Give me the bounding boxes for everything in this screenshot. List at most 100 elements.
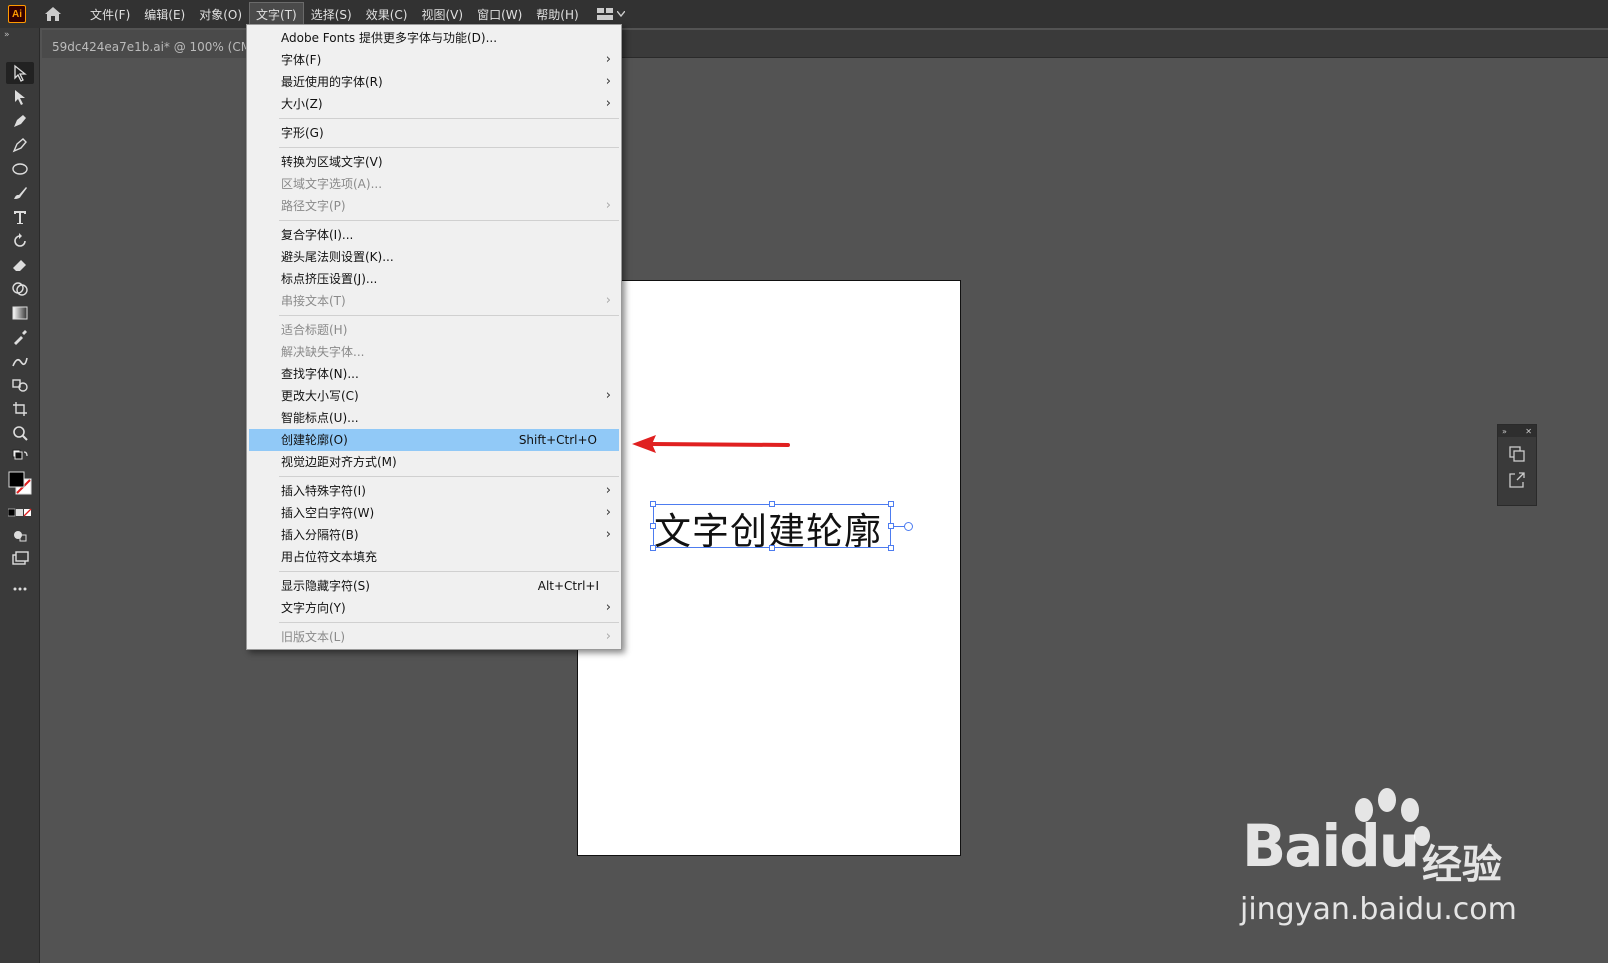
menu-select[interactable]: 选择(S) [305,3,358,26]
menu-item-label: 插入特殊字符(I) [281,484,366,498]
menu-help[interactable]: 帮助(H) [530,3,584,26]
menu-view[interactable]: 视图(V) [415,3,469,26]
chevron-right-icon: › [605,527,611,542]
menu-item-fill-placeholder[interactable]: 用占位符文本填充 [247,546,621,568]
selection-tool-icon[interactable] [6,62,34,84]
red-arrow-annotation [632,435,790,453]
document-tab[interactable]: 59dc424ea7e1b.ai* @ 100% (CMYK/GPU 预览) [42,30,248,58]
menu-item-label: 创建轮廓(O) [281,433,348,447]
swap-colors-icon[interactable] [6,446,34,468]
screen-mode-icon[interactable] [6,548,34,570]
menu-item-smart-punctuation[interactable]: 智能标点(U)... [247,407,621,429]
menu-item-label: 字体(F) [281,53,322,67]
menu-separator [279,622,619,623]
menu-items: 文件(F) 编辑(E) 对象(O) 文字(T) 选择(S) 效果(C) 视图(V… [82,1,585,27]
menu-file[interactable]: 文件(F) [84,3,136,26]
menu-item-find-font[interactable]: 查找字体(N)... [247,363,621,385]
menu-separator [279,476,619,477]
menu-separator [279,118,619,119]
export-icon[interactable] [1498,471,1536,489]
selection-handle[interactable] [769,545,775,551]
chevron-right-icon: › [605,96,611,111]
menu-item-glyphs[interactable]: 字形(G) [247,122,621,144]
paintbrush-tool-icon[interactable] [6,182,34,204]
selection-handle[interactable] [769,501,775,507]
text-out-port[interactable] [904,522,913,531]
artboard[interactable] [577,280,961,856]
blend-tool-icon[interactable] [6,350,34,372]
menu-item-label: Adobe Fonts 提供更多字体与功能(D)... [281,31,498,45]
menu-item-insert-special-char[interactable]: 插入特殊字符(I) › [247,480,621,502]
drawing-mode-icon[interactable] [6,524,34,546]
close-icon[interactable]: ✕ [1525,427,1532,436]
direct-selection-tool-icon[interactable] [6,86,34,108]
menu-item-type-orientation[interactable]: 文字方向(Y) › [247,597,621,619]
pen-tool-icon[interactable] [6,110,34,132]
menu-item-font[interactable]: 字体(F) › [247,49,621,71]
menu-item-create-outlines[interactable]: 创建轮廓(O) Shift+Ctrl+O [249,429,619,451]
menu-item-type-on-path: 路径文字(P) › [247,195,621,217]
menu-item-area-type-options: 区域文字选项(A)... [247,173,621,195]
selection-handle[interactable] [650,523,656,529]
symbol-sprayer-tool-icon[interactable] [6,374,34,396]
menu-item-adobe-fonts[interactable]: Adobe Fonts 提供更多字体与功能(D)... [247,27,621,49]
chevron-right-icon: › [605,198,611,213]
menu-effect[interactable]: 效果(C) [360,3,414,26]
watermark-cn: 经验 [1422,842,1502,888]
ellipse-tool-icon[interactable] [6,158,34,180]
selection-handle[interactable] [650,545,656,551]
fill-stroke-swatch-icon[interactable] [6,468,34,498]
rotate-tool-icon[interactable] [6,230,34,252]
watermark-url: jingyan.baidu.com [1240,892,1517,927]
menu-item-optical-margin[interactable]: 视觉边距对齐方式(M) [247,451,621,473]
menu-item-label: 避头尾法则设置(K)... [281,250,394,264]
panel-header[interactable]: » ✕ [1498,425,1536,437]
menu-item-kinsoku[interactable]: 避头尾法则设置(K)... [247,246,621,268]
watermark-logo: Baidu [1242,812,1420,880]
menu-object[interactable]: 对象(O) [193,3,248,26]
selection-handle[interactable] [888,501,894,507]
menu-item-size[interactable]: 大小(Z) › [247,93,621,115]
menu-type[interactable]: 文字(T) [249,1,304,27]
artboard-tool-icon[interactable] [6,398,34,420]
menu-item-insert-whitespace[interactable]: 插入空白字符(W) › [247,502,621,524]
chevron-right-icon: › [605,600,611,615]
menu-window[interactable]: 窗口(W) [471,3,528,26]
eyedropper-tool-icon[interactable] [6,326,34,348]
chevron-right-icon: › [605,629,611,644]
grid-layout-icon [596,8,613,20]
menu-item-show-hidden-chars[interactable]: 显示隐藏字符(S) Alt+Ctrl+I [247,575,621,597]
menubar: Ai 文件(F) 编辑(E) 对象(O) 文字(T) 选择(S) 效果(C) 视… [0,0,1608,28]
menu-item-composite-fonts[interactable]: 复合字体(I)... [247,224,621,246]
selection-handle[interactable] [650,501,656,507]
menu-item-insert-break[interactable]: 插入分隔符(B) › [247,524,621,546]
gradient-tool-icon[interactable] [6,302,34,324]
home-icon[interactable] [42,3,64,25]
selection-bounding-box [653,504,891,548]
menu-item-label: 插入空白字符(W) [281,506,375,520]
chevron-right-icon: › [605,483,611,498]
menu-item-label: 复合字体(I)... [281,228,354,242]
more-tools-icon[interactable] [6,578,34,600]
zoom-tool-icon[interactable] [6,422,34,444]
curvature-tool-icon[interactable] [6,134,34,156]
menu-item-label: 智能标点(U)... [281,411,359,425]
workspace-switcher[interactable] [596,8,625,20]
menu-item-convert-area-type[interactable]: 转换为区域文字(V) [247,151,621,173]
type-tool-icon[interactable] [6,206,34,228]
shape-builder-tool-icon[interactable] [6,278,34,300]
menu-edit[interactable]: 编辑(E) [138,3,191,26]
menu-item-change-case[interactable]: 更改大小写(C) › [247,385,621,407]
collapse-icon[interactable]: » [4,30,10,40]
selection-handle[interactable] [888,545,894,551]
eraser-tool-icon[interactable] [6,254,34,276]
menu-item-label: 最近使用的字体(R) [281,75,383,89]
duplicate-icon[interactable] [1498,445,1536,463]
expand-icon[interactable]: » [1502,427,1507,436]
color-mode-icon[interactable] [6,502,34,524]
menu-item-mojikumi[interactable]: 标点挤压设置(J)... [247,268,621,290]
menu-item-label: 插入分隔符(B) [281,528,359,542]
menu-item-label: 标点挤压设置(J)... [281,272,378,286]
menu-item-recent-fonts[interactable]: 最近使用的字体(R) › [247,71,621,93]
baidu-watermark: Baidu 经验 jingyan.baidu.com [1232,788,1562,932]
